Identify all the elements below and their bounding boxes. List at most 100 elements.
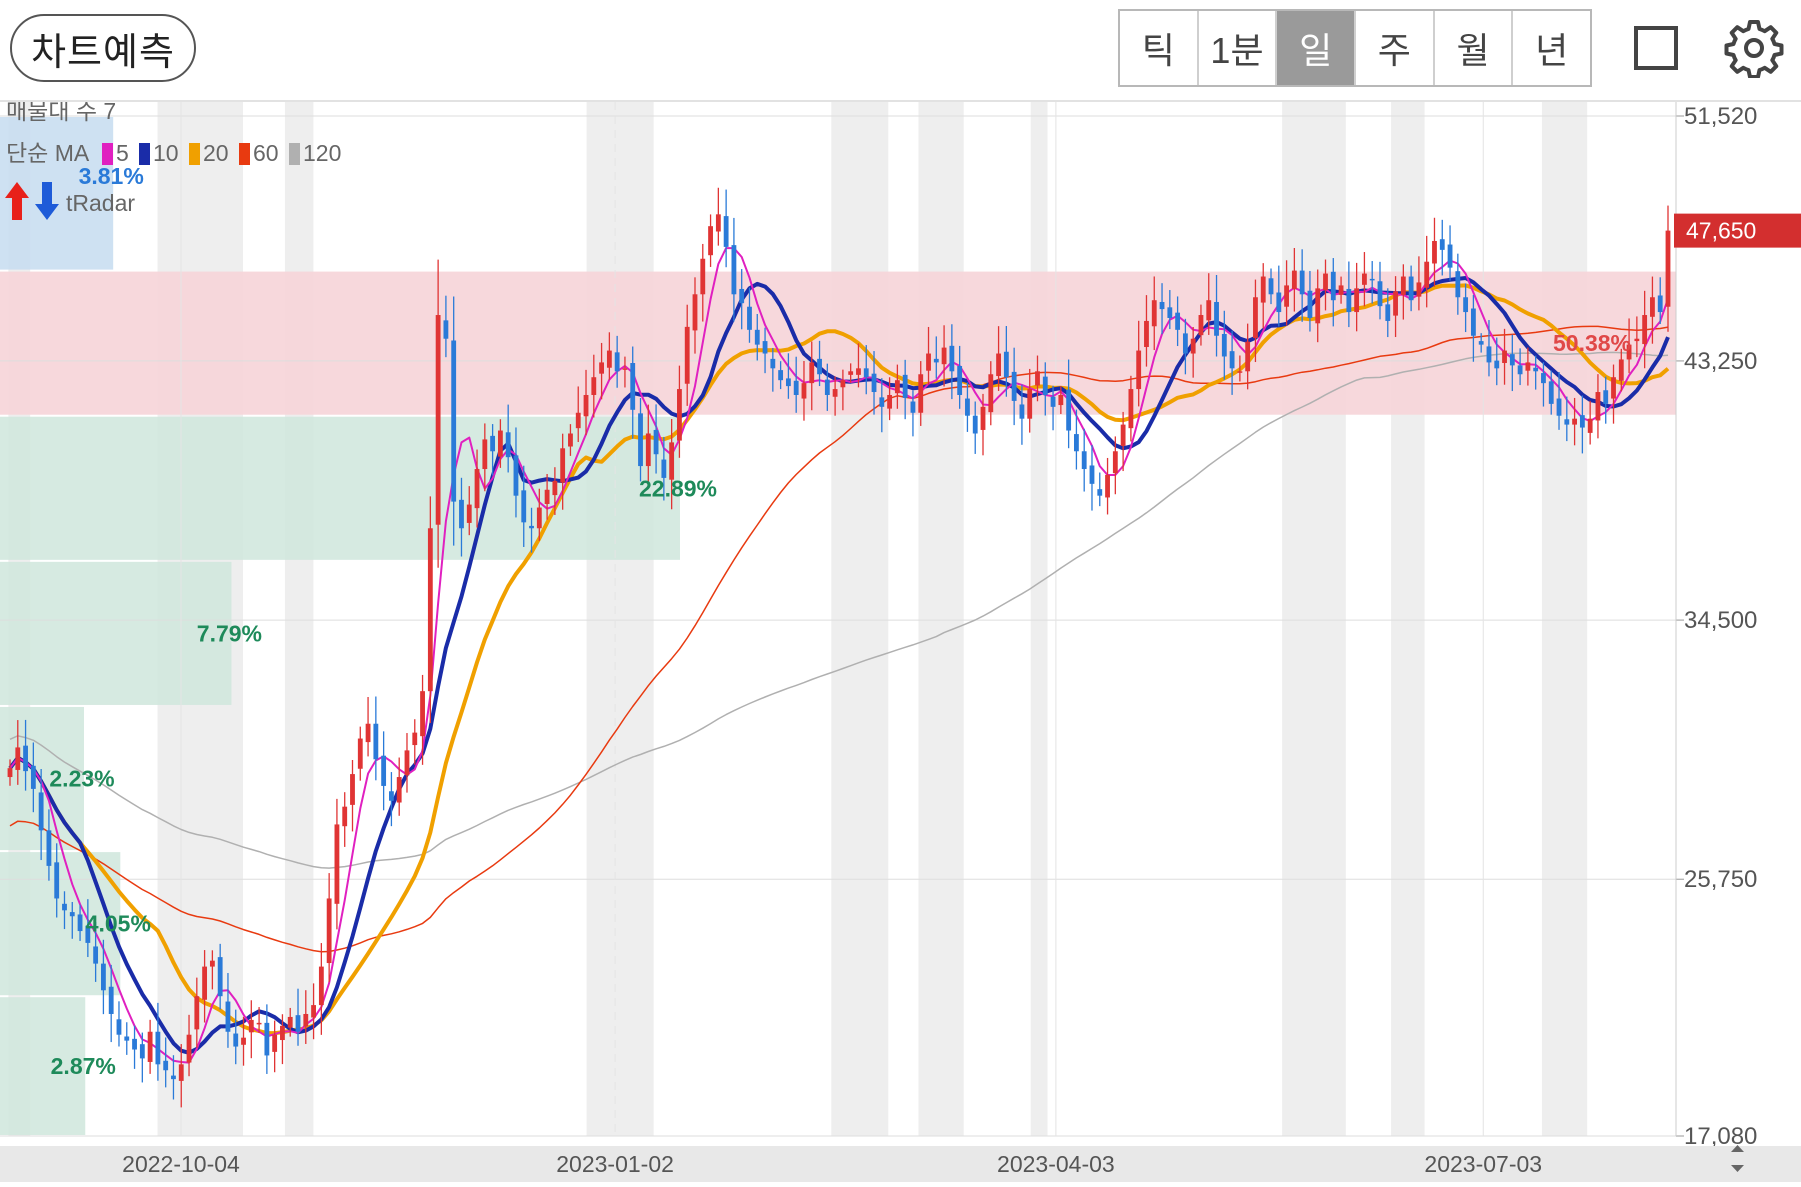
candle-body [38,792,44,831]
candle-body [793,380,799,395]
chart-predict-button[interactable]: 차트예측 [10,14,196,82]
candle-body [217,957,223,997]
weekend-band [284,102,314,1136]
candle-body [910,401,916,413]
candle-body [824,379,830,395]
candle-body [1237,371,1243,373]
candle-body [645,433,651,467]
candle-body [1369,278,1375,281]
candle-body [1097,489,1103,496]
candle-body [1042,376,1048,395]
candle-body [1486,346,1492,363]
candle-body [747,306,752,330]
period-week-button[interactable]: 주 [1356,11,1435,85]
candle-body [1307,290,1313,318]
candle-body [1509,354,1515,366]
candle-body [1066,389,1072,431]
candle-body [1478,341,1484,345]
x-tick-label: 2023-07-03 [1424,1151,1542,1177]
candle-body [1517,365,1523,375]
candle-body [1214,301,1219,336]
candle-body [459,499,464,529]
candle-body [124,1036,130,1041]
candle-body [202,966,208,1000]
period-day-button[interactable]: 일 [1277,11,1357,85]
candle-body [536,507,542,529]
candle-body [949,345,955,372]
period-1min-button[interactable]: 1분 [1199,11,1278,85]
candle-body [1408,276,1414,301]
candle-body [739,288,745,304]
candle-body [1393,291,1398,316]
candle-body [194,996,200,1030]
candle-body [1276,292,1282,313]
candle-body [1564,419,1570,425]
candle-body [630,363,636,410]
candle-body [233,1033,239,1047]
period-year-button[interactable]: 년 [1513,11,1590,85]
candle-body [241,1037,246,1045]
candle-body [1081,451,1087,470]
candle-body [583,394,589,417]
candle-body [1572,418,1578,425]
candle-body [1035,371,1040,386]
candle-body [941,347,947,365]
candle-body [69,912,75,917]
candle-body [62,903,67,911]
candle-body [918,374,924,413]
candle-body [1665,230,1671,307]
candle-body [1058,394,1064,406]
candle-body [529,525,534,529]
candle-body [381,755,387,786]
candle-body [435,315,441,525]
candle-body [357,738,363,769]
volume-profile-pct-label: 22.89% [639,475,717,501]
candle-body [1027,389,1033,419]
candle-body [1447,244,1453,268]
period-tick-button[interactable]: 틱 [1120,11,1199,85]
candle-body [1634,338,1640,342]
candle-body [1346,288,1352,313]
candle-body [404,750,410,776]
chart-container[interactable]: 3.81% 50.38% 22.89% 7.79% 2.23% 4.05% 2.87% 51… [0,98,1801,1182]
candle-body [840,380,846,388]
weekend-bands [8,102,1588,1136]
candlestick-chart[interactable]: 3.81%50.38%22.89%7.79%2.23%4.05%2.87% 51… [0,98,1801,1182]
candle-body [23,745,28,772]
candle-body [770,358,776,369]
x-tick-label: 2022-10-04 [122,1151,240,1177]
candle-body [1377,281,1383,307]
candle-body [482,439,488,470]
candle-body [1400,276,1406,295]
volume-profile-pct-label: 2.23% [49,766,114,792]
candle-body [1074,434,1079,452]
ma-label: 단순 MA [6,140,90,166]
candle-body [957,365,963,395]
candle-body [1556,398,1562,416]
candle-body [902,374,908,398]
candle-body [490,435,496,452]
ma-key-swatch [189,143,200,165]
candle-body [1284,285,1289,307]
current-price-tag: 47,650 [1674,213,1801,248]
y-tick-label: 17,080 [1684,1123,1757,1150]
square-icon[interactable] [1634,26,1678,70]
volume-profile-pct-label: 2.87% [51,1053,116,1079]
candle-body [677,389,682,441]
candle-body [996,353,1001,377]
candle-body [1579,415,1585,428]
candle-body [365,723,371,743]
candle-body [568,433,573,447]
candle-body [334,824,340,904]
period-month-button[interactable]: 월 [1435,11,1514,85]
y-tick-label: 43,250 [1684,348,1757,375]
candle-body [1120,424,1126,446]
candle-body [1315,288,1321,324]
candle-body [1494,360,1500,369]
candle-body [887,394,893,409]
candle-body [30,765,36,789]
candle-body [373,723,379,760]
candle-body [1432,240,1437,264]
gear-icon[interactable] [1724,18,1784,78]
candle-body [933,358,939,363]
